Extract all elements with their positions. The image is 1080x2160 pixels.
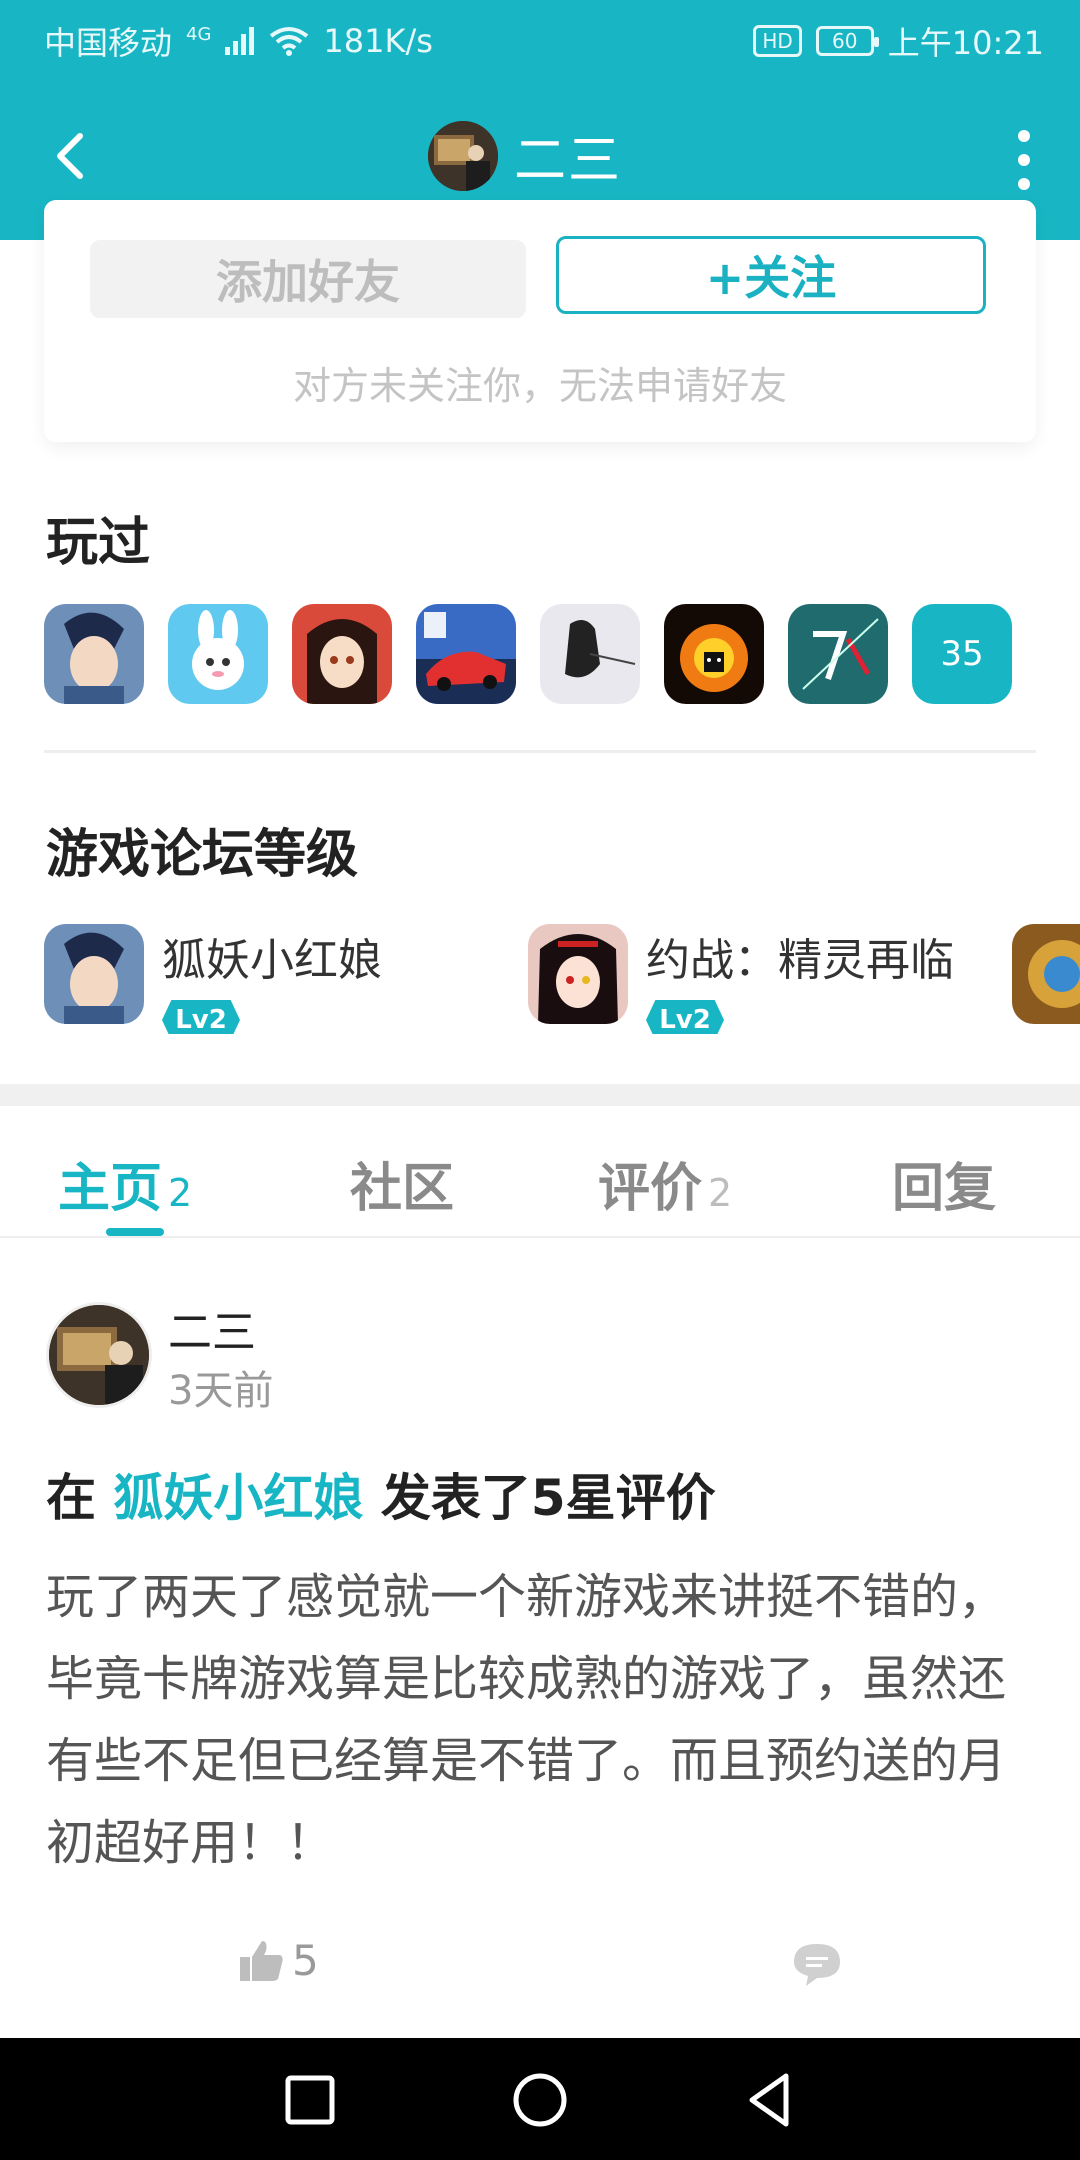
- game-icon-bunny[interactable]: [168, 604, 268, 704]
- post-timestamp: 3天前: [168, 1368, 274, 1414]
- friend-action-card: 添加好友 +关注 对方未关注你，无法申请好友: [44, 200, 1036, 442]
- net-speed-label: 181K/s: [323, 22, 433, 60]
- game-icon-pumpkin[interactable]: [664, 604, 764, 704]
- post-headline: 在 狐妖小红娘 发表了5星评价: [46, 1458, 716, 1530]
- played-section-title: 玩过: [46, 513, 151, 573]
- signal-icon: [225, 27, 255, 55]
- forum-item[interactable]: 狐妖小红娘 Lv2: [44, 924, 382, 1034]
- battery-level: 60: [832, 29, 858, 53]
- forum-level-list: 狐妖小红娘 Lv2 约战：精灵再临 Lv2: [44, 924, 1080, 1034]
- game-icon-anime-girl[interactable]: [292, 604, 392, 704]
- tab-label: 社区: [350, 1159, 455, 1219]
- game-icon-racing[interactable]: [416, 604, 516, 704]
- forum-game-name: 狐妖小红娘: [162, 935, 382, 986]
- tab-replies[interactable]: 回复: [892, 1146, 1002, 1221]
- section-gap: [0, 1084, 1080, 1106]
- tab-community[interactable]: 社区: [350, 1146, 460, 1221]
- more-dot-icon: [1018, 178, 1030, 190]
- forum-item-text: 狐妖小红娘 Lv2: [162, 924, 382, 1034]
- page-title: 二三: [514, 131, 623, 191]
- back-button[interactable]: [42, 126, 102, 186]
- title-user: 二三: [428, 118, 622, 193]
- like-count: 5: [292, 1936, 319, 1985]
- avatar[interactable]: [428, 120, 498, 191]
- status-right: HD 60 上午10:21: [753, 18, 1044, 64]
- tab-home[interactable]: 主页 2: [58, 1146, 192, 1221]
- played-games-list: 35: [44, 604, 1012, 704]
- post-actions: 5: [0, 1936, 1080, 2000]
- game-icon-blade[interactable]: [788, 604, 888, 704]
- level-badge: Lv2: [162, 1000, 240, 1034]
- tab-count: 2: [708, 1171, 733, 1215]
- profile-tabs: 主页 2 社区 评价 2 回复: [0, 1106, 1080, 1238]
- more-options-button[interactable]: [1012, 130, 1036, 190]
- tab-label: 主页: [58, 1159, 163, 1219]
- comment-button[interactable]: [792, 1942, 842, 1992]
- tab-indicator: [106, 1228, 164, 1236]
- post-author-avatar[interactable]: [46, 1302, 152, 1408]
- comment-icon: [794, 1944, 840, 1986]
- wifi-icon: [270, 27, 309, 56]
- friend-note: 对方未关注你，无法申请好友: [292, 364, 787, 408]
- system-back-button[interactable]: [738, 2068, 802, 2132]
- forum-game-icon: [44, 924, 144, 1024]
- follow-button[interactable]: +关注: [556, 236, 986, 314]
- thumbs-up-icon: [240, 1940, 283, 1981]
- recents-button[interactable]: [278, 2068, 342, 2132]
- clock: 上午10:21: [887, 24, 1044, 62]
- status-left: 中国移动 4G 181K/s: [44, 18, 433, 64]
- forum-game-icon: [1012, 924, 1080, 1024]
- forum-item[interactable]: [1012, 924, 1080, 1024]
- tab-label: 评价: [598, 1159, 703, 1219]
- section-divider: [44, 750, 1036, 753]
- system-nav-bar: [0, 2038, 1080, 2160]
- battery-icon: 60: [815, 26, 879, 56]
- network-label: 4G: [186, 23, 212, 45]
- forum-section-title: 游戏论坛等级: [46, 825, 359, 885]
- headline-prefix: 在: [46, 1469, 96, 1527]
- forum-game-icon: [528, 924, 628, 1024]
- forum-item[interactable]: 约战：精灵再临 Lv2: [528, 924, 954, 1034]
- forum-item-text: 约战：精灵再临 Lv2: [646, 924, 954, 1034]
- tab-reviews[interactable]: 评价 2: [598, 1146, 732, 1221]
- game-link[interactable]: 狐妖小红娘: [113, 1469, 363, 1527]
- hd-badge: HD: [753, 25, 802, 57]
- home-button[interactable]: [508, 2068, 572, 2132]
- like-button[interactable]: 5: [238, 1936, 319, 1985]
- square-icon: [285, 2075, 335, 2125]
- back-arrow-icon: [57, 133, 83, 179]
- carrier-label: 中国移动: [44, 24, 173, 62]
- post-author-name[interactable]: 二三: [168, 1296, 256, 1360]
- more-dot-icon: [1018, 154, 1030, 166]
- more-dot-icon: [1018, 130, 1030, 142]
- status-bar: 中国移动 4G 181K/s HD 60 上午10:21: [0, 0, 1080, 74]
- circle-icon: [513, 2073, 567, 2127]
- add-friend-button[interactable]: 添加好友: [90, 240, 526, 318]
- forum-game-name: 约战：精灵再临: [646, 935, 954, 986]
- tab-label: 回复: [892, 1159, 997, 1219]
- level-badge: Lv2: [646, 1000, 724, 1034]
- game-icon-anime-boy[interactable]: [44, 604, 144, 704]
- headline-suffix: 发表了5星评价: [380, 1469, 716, 1527]
- tab-count: 2: [168, 1171, 193, 1215]
- game-icon-ink[interactable]: [540, 604, 640, 704]
- games-count-button[interactable]: 35: [912, 604, 1012, 704]
- post-body-text: 玩了两天了感觉就一个新游戏来讲挺不错的，毕竟卡牌游戏算是比较成熟的游戏了，虽然还…: [46, 1569, 1007, 1871]
- triangle-back-icon: [749, 2073, 789, 2127]
